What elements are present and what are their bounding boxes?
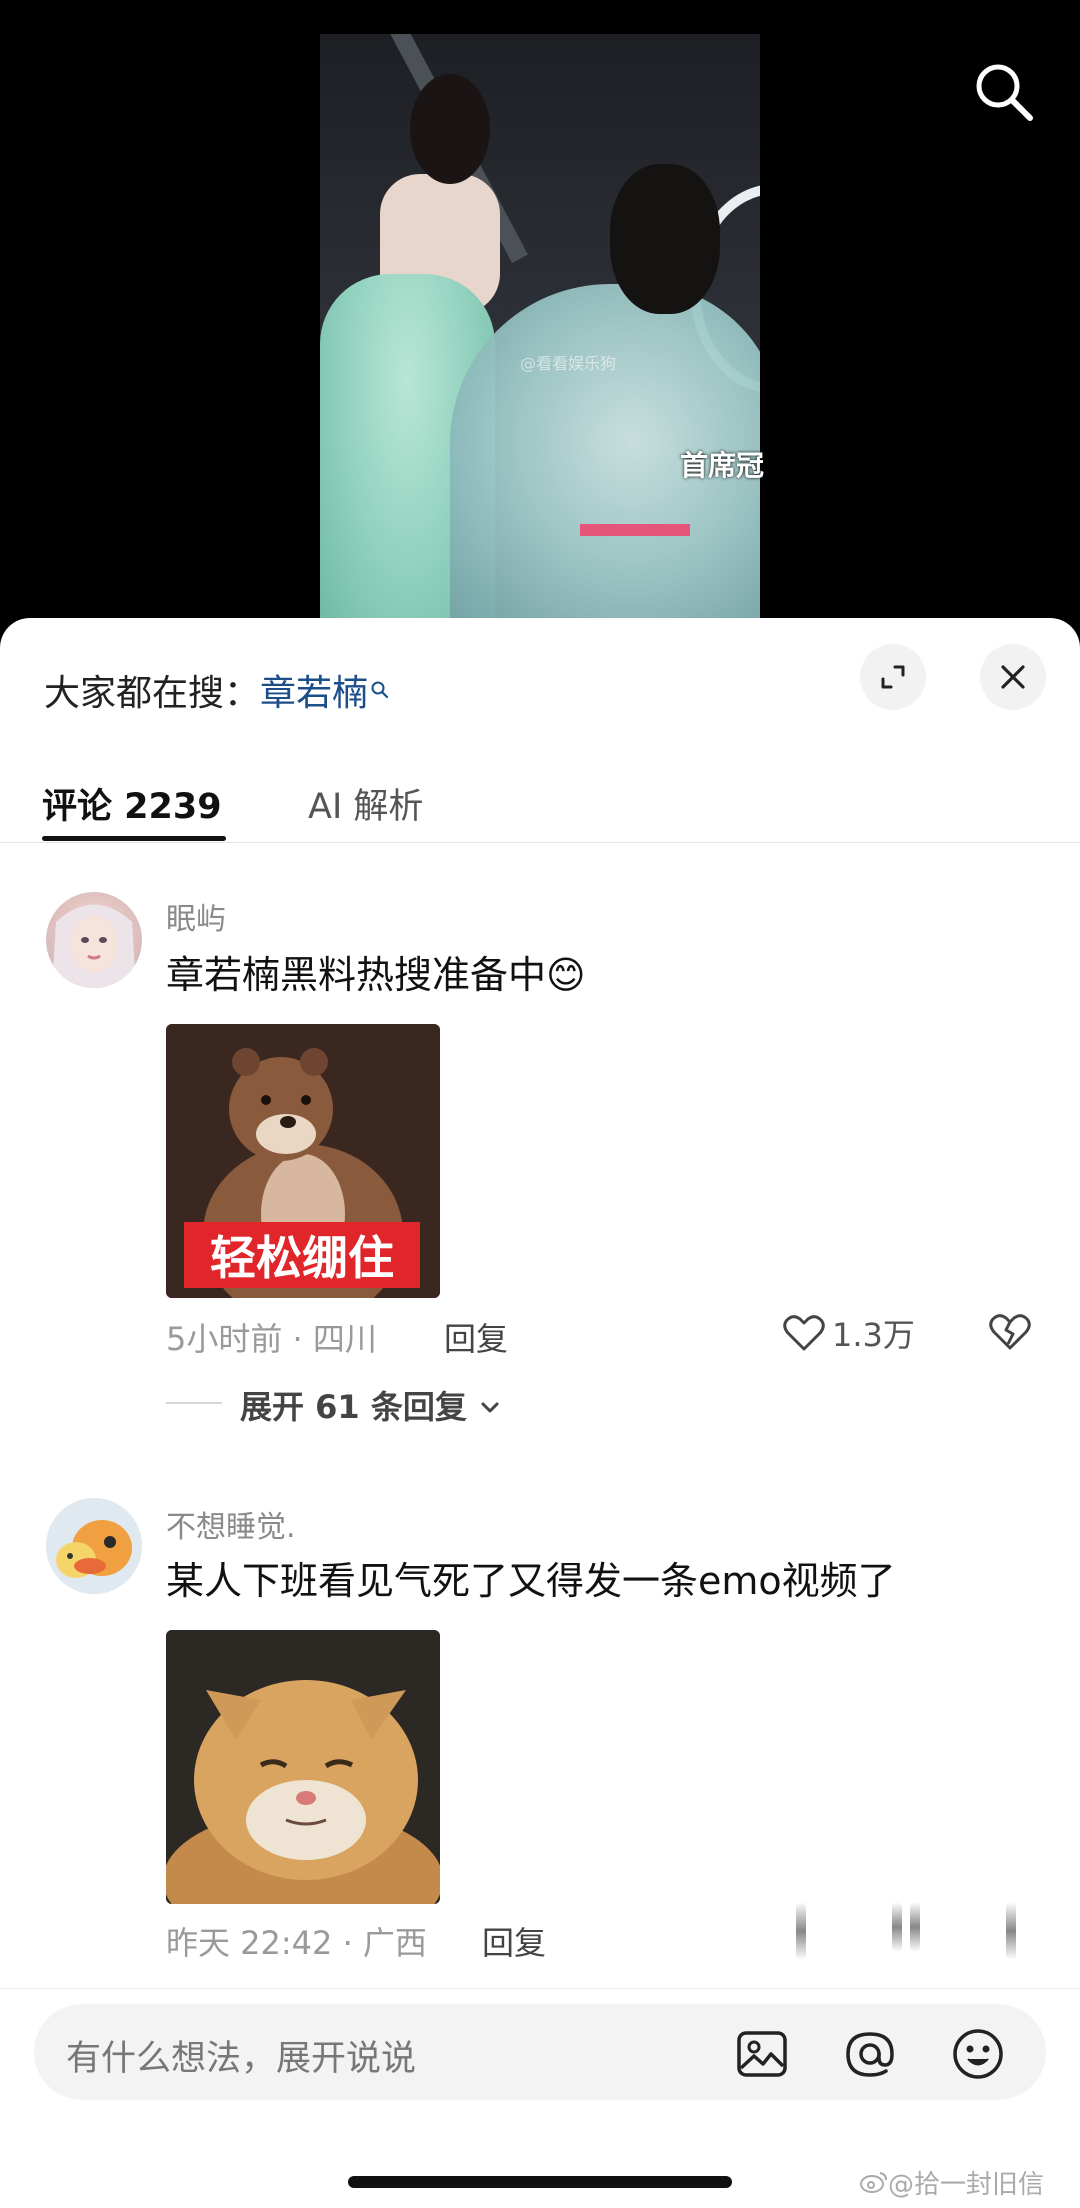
comment-image[interactable]: 轻松绷住 bbox=[166, 1024, 440, 1298]
search-icon bbox=[976, 64, 1033, 121]
image-icon bbox=[737, 2031, 787, 2077]
comment-time-location: 5小时前 · 四川 bbox=[166, 1320, 377, 1358]
search-small-icon bbox=[370, 668, 390, 709]
active-tab-indicator bbox=[42, 836, 226, 841]
weibo-icon bbox=[860, 2170, 888, 2201]
chevron-down-icon bbox=[478, 1390, 502, 1428]
corner-watermark: @拾一封旧信 bbox=[860, 2164, 1044, 2201]
comment-input-bar[interactable]: 有什么想法，展开说说 bbox=[34, 2004, 1046, 2100]
trending-keyword[interactable]: 章若楠 bbox=[260, 673, 368, 714]
heart-icon bbox=[783, 1315, 825, 1351]
expand-replies-label: 展开 61 条回复 bbox=[240, 1388, 467, 1426]
video-player[interactable]: @看看娱乐狗 首席冠 bbox=[0, 0, 1080, 630]
tab-comments[interactable]: 评论 2239 bbox=[42, 778, 222, 829]
comment-text: 某人下班看见气死了又得发一条emo视频了 bbox=[166, 1559, 896, 1603]
comment-sheet: 大家都在搜：章若楠 评论 2239 AI 解析 眠屿 章若楠黑料热搜准备中😊 轻… bbox=[0, 618, 1080, 2208]
reply-button[interactable]: 回复 bbox=[444, 1314, 508, 1360]
avatar[interactable] bbox=[46, 892, 142, 988]
scroll-fade-mark bbox=[892, 1902, 902, 1952]
emoji-icon bbox=[953, 2029, 1003, 2079]
scroll-fade-mark bbox=[796, 1902, 806, 1960]
close-button[interactable] bbox=[980, 644, 1046, 710]
tab-ai-analysis[interactable]: AI 解析 bbox=[308, 778, 423, 829]
stage-light-strip bbox=[580, 524, 690, 536]
avatar-image bbox=[46, 1498, 142, 1594]
divider-line bbox=[166, 1402, 222, 1404]
comment-tabs: 评论 2239 AI 解析 bbox=[0, 758, 1080, 843]
like-button[interactable]: 1.3万 bbox=[782, 1310, 915, 1356]
dislike-button[interactable] bbox=[988, 1312, 1032, 1356]
comment-text: 章若楠黑料热搜准备中😊 bbox=[166, 953, 586, 997]
broken-heart-icon bbox=[989, 1314, 1031, 1350]
expand-replies-button[interactable]: 展开 61 条回复 bbox=[240, 1382, 502, 1428]
like-count: 1.3万 bbox=[832, 1316, 915, 1354]
expand-icon bbox=[881, 665, 905, 689]
comment-username[interactable]: 眠屿 bbox=[166, 894, 226, 938]
video-frame[interactable]: @看看娱乐狗 bbox=[320, 34, 760, 630]
scroll-fade-mark bbox=[1006, 1902, 1016, 1960]
image-caption-box: 轻松绷住 bbox=[184, 1222, 420, 1288]
mention-button[interactable] bbox=[842, 2026, 898, 2082]
trending-search[interactable]: 大家都在搜：章若楠 bbox=[44, 664, 390, 716]
input-divider bbox=[0, 1988, 1080, 1989]
reply-button[interactable]: 回复 bbox=[482, 1918, 546, 1964]
comment-image[interactable] bbox=[166, 1630, 440, 1904]
video-overlay-text: 首席冠 bbox=[680, 449, 765, 482]
comment-time-location: 昨天 22:42 · 广西 bbox=[166, 1924, 427, 1962]
at-sign-icon bbox=[846, 2032, 894, 2077]
image-caption: 轻松绷住 bbox=[210, 1231, 394, 1285]
comment-username[interactable]: 不想睡觉. bbox=[166, 1502, 296, 1546]
image-button[interactable] bbox=[734, 2026, 790, 2082]
video-watermark: @看看娱乐狗 bbox=[520, 354, 617, 373]
trending-prefix: 大家都在搜： bbox=[44, 673, 261, 714]
avatar[interactable] bbox=[46, 1498, 142, 1594]
figure-hair-2 bbox=[610, 164, 720, 314]
comment-input[interactable]: 有什么想法，展开说说 bbox=[66, 2030, 416, 2081]
expand-fullscreen-button[interactable] bbox=[860, 644, 926, 710]
cat-meme-image bbox=[166, 1630, 440, 1904]
emoji-button[interactable] bbox=[950, 2026, 1006, 2082]
home-indicator[interactable] bbox=[348, 2176, 732, 2188]
corner-watermark-text: @拾一封旧信 bbox=[888, 2170, 1045, 2200]
figure-hair bbox=[410, 74, 490, 184]
scroll-fade-mark bbox=[910, 1902, 920, 1952]
avatar-image bbox=[52, 904, 136, 988]
search-button[interactable] bbox=[970, 58, 1038, 126]
close-icon bbox=[1001, 665, 1025, 689]
